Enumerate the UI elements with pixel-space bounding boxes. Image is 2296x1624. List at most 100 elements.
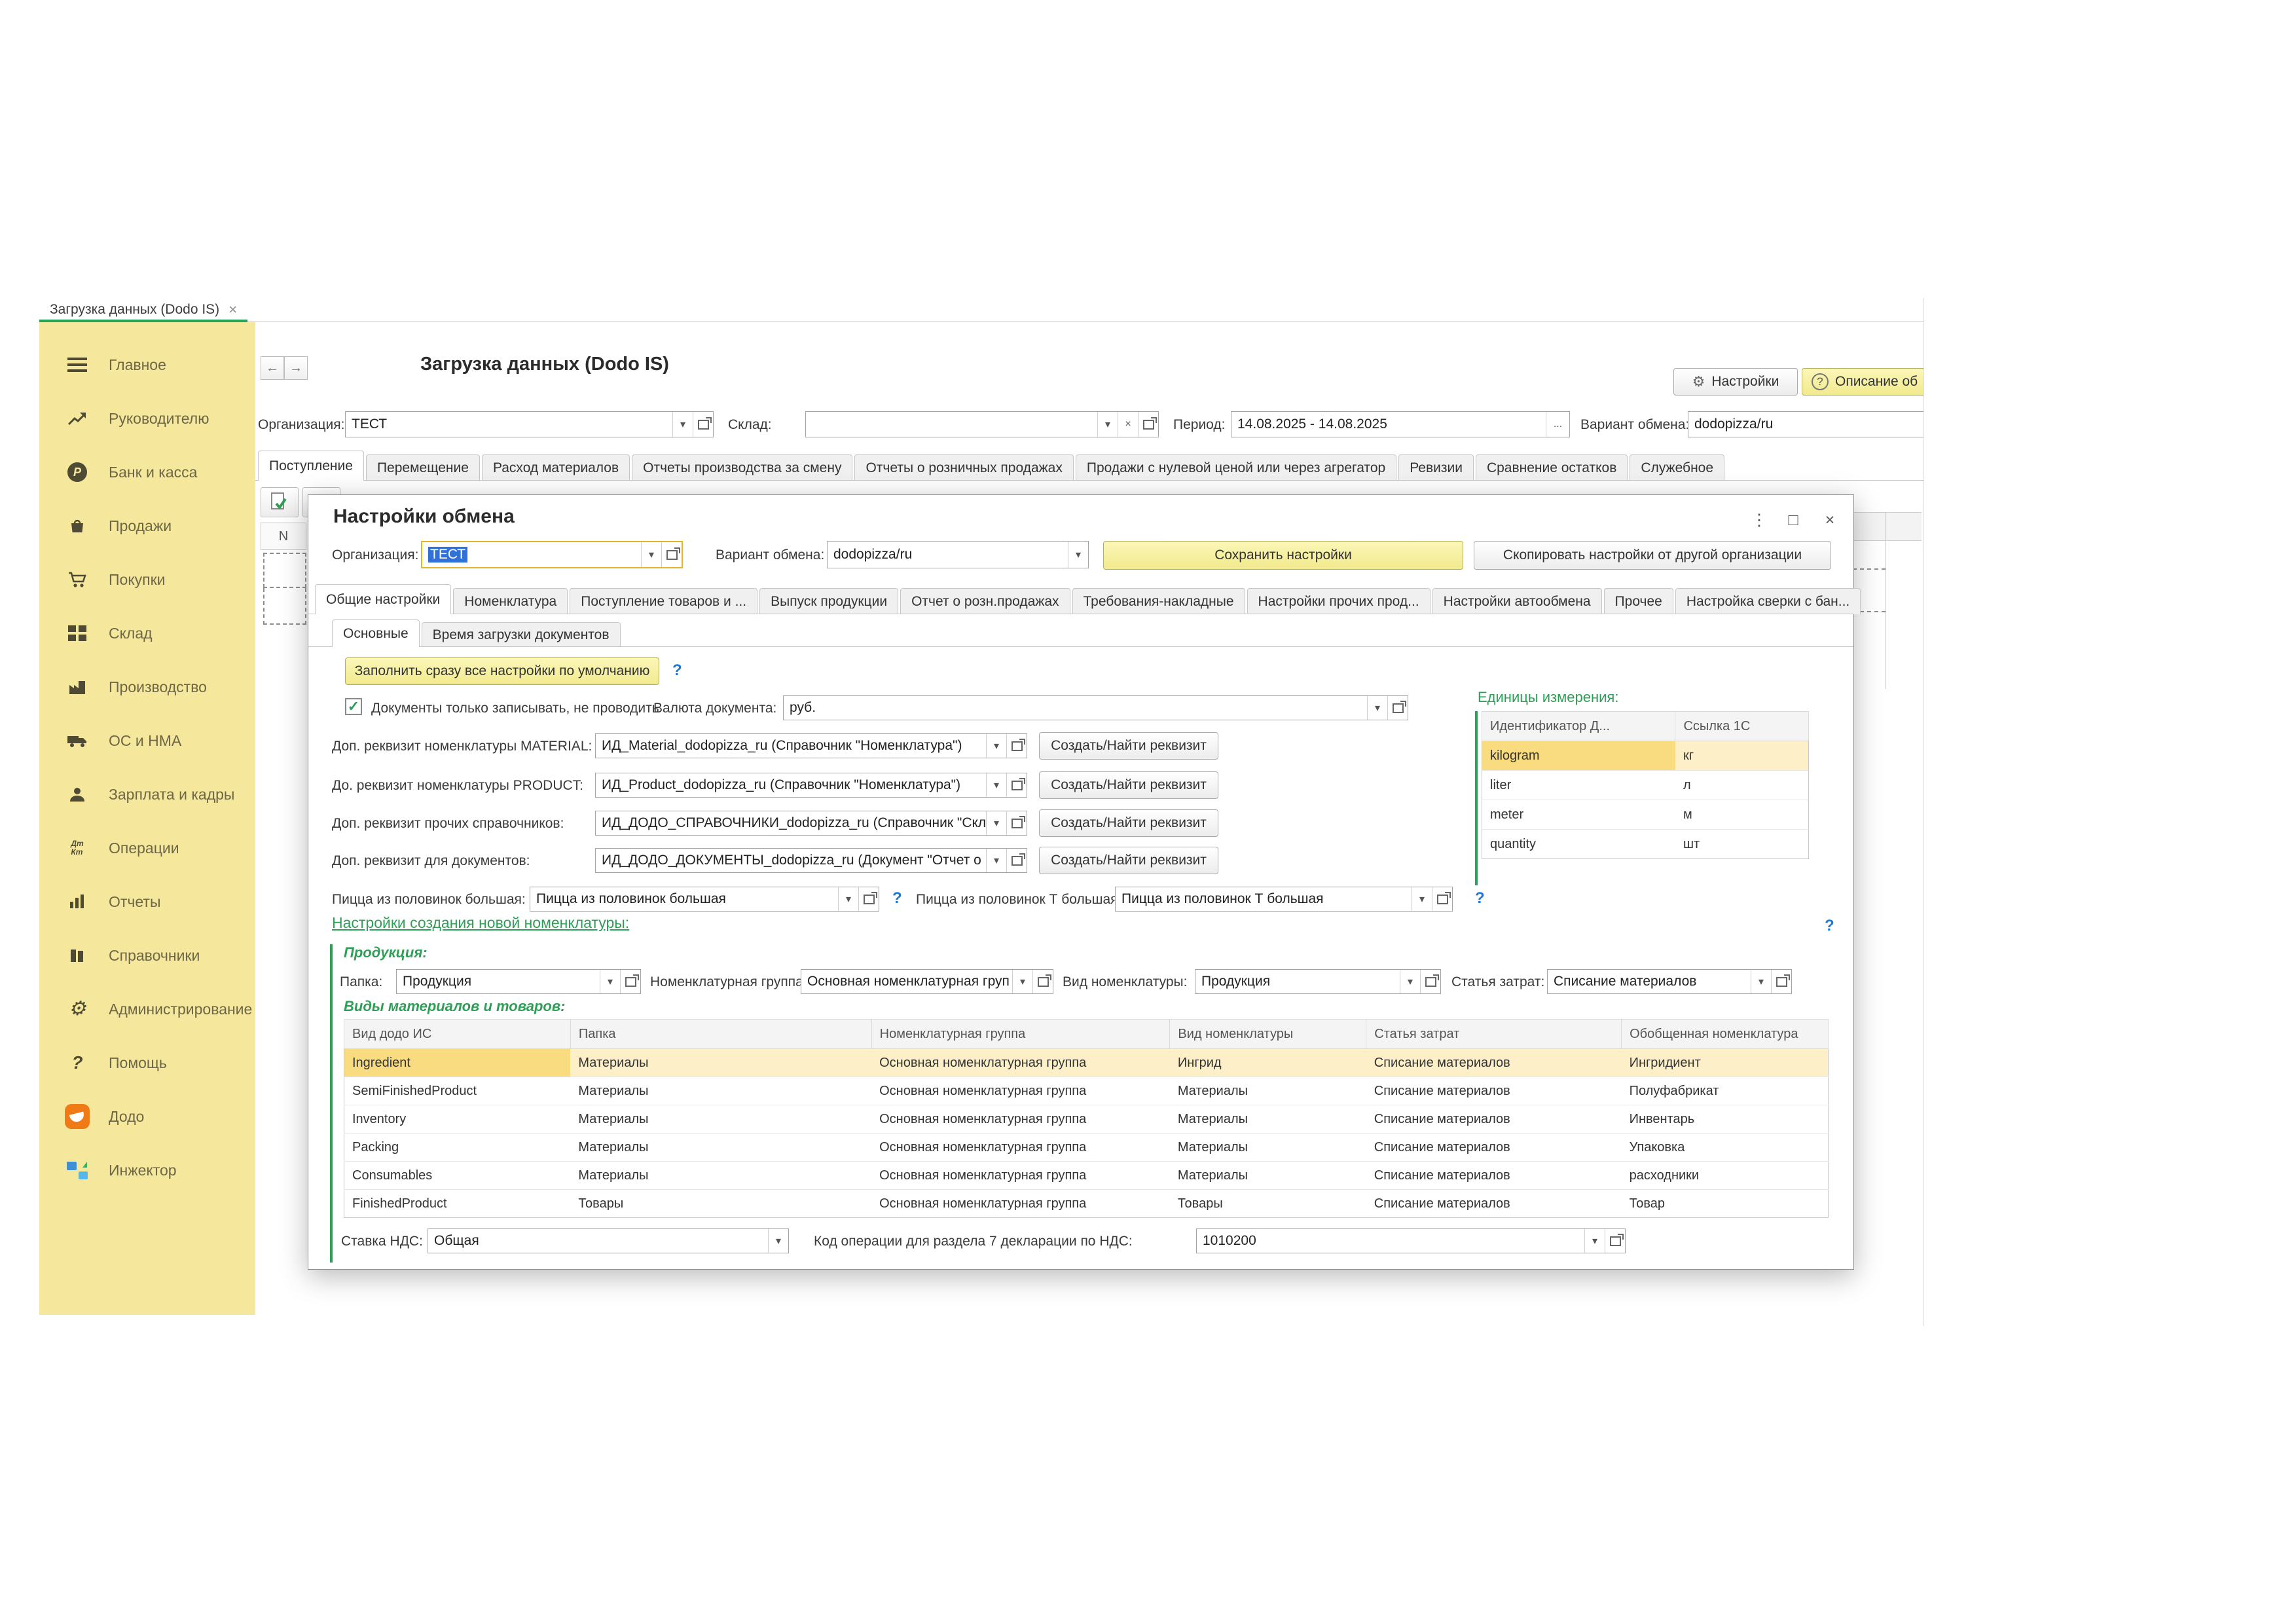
open-icon[interactable] [1138,412,1158,437]
dialog-org-field[interactable]: ТЕСТ ▾ [421,541,683,568]
tab-sverka-bank[interactable]: Настройка сверки с бан... [1675,588,1861,614]
tab-revizii[interactable]: Ревизии [1398,454,1474,481]
units-row[interactable]: meterм [1482,800,1809,830]
chevron-down-icon[interactable]: ▾ [1068,542,1088,568]
open-icon[interactable] [1032,970,1053,993]
tab-otchety-proizvodstva[interactable]: Отчеты производства за смену [632,454,852,481]
attr-product-field[interactable]: ИД_Product_dodopizza_ru (Справочник "Ном… [595,773,1027,798]
pizza-left-field[interactable]: Пицца из половинок большая ▾ [530,887,879,912]
subtab-osnovnye[interactable]: Основные [332,619,420,647]
org-field[interactable]: ТЕСТ ▾ [345,411,714,437]
open-icon[interactable] [858,887,879,911]
open-icon[interactable] [1006,811,1027,835]
units-row[interactable]: kilogramкг [1482,741,1809,771]
sidebar-item-manager[interactable]: Руководителю [39,392,255,445]
chevron-down-icon[interactable]: ▾ [1367,696,1387,720]
open-icon[interactable] [1006,734,1027,758]
settings-button[interactable]: ⚙Настройки [1673,368,1798,396]
dialog-exchange-field[interactable]: dodopizza/ru ▾ [827,541,1089,568]
window-tab[interactable]: Загрузка данных (Dodo IS) × [39,298,247,322]
nomenclature-group-field[interactable]: Основная номенклатурная груп ▾ [801,969,1053,994]
clear-icon[interactable]: × [1118,412,1138,437]
sidebar-item-injector[interactable]: Инжектор [39,1143,255,1197]
sidebar-item-bank-cash[interactable]: PБанк и касса [39,445,255,499]
open-icon[interactable] [1771,970,1791,993]
chevron-down-icon[interactable]: ▾ [672,412,693,437]
sidebar-item-salary-hr[interactable]: Зарплата и кадры [39,767,255,821]
tab-prodazhi-nulevoy[interactable]: Продажи с нулевой ценой или через агрега… [1076,454,1396,481]
chevron-down-icon[interactable]: ▾ [1400,970,1420,993]
tab-avtoobmen[interactable]: Настройки автообмена [1432,588,1602,614]
chevron-down-icon[interactable]: ▾ [600,970,620,993]
currency-field[interactable]: руб. ▾ [783,695,1408,720]
help-mark[interactable]: ? [672,661,682,680]
open-icon[interactable] [661,542,682,567]
tab-otchet-rozn[interactable]: Отчет о розн.продажах [900,588,1070,614]
tab-nastroyki-prochikh[interactable]: Настройки прочих прод... [1247,588,1430,614]
sidebar-item-os-nma[interactable]: ОС и НМА [39,714,255,767]
tab-prochee[interactable]: Прочее [1604,588,1673,614]
col-group[interactable]: Номенклатурная группа [871,1020,1170,1049]
create-find-attr-button[interactable]: Создать/Найти реквизит [1039,771,1218,799]
table-row[interactable]: ConsumablesМатериалыОсновная номенклатур… [344,1162,1829,1190]
col-folder[interactable]: Папка [570,1020,871,1049]
open-icon[interactable] [1432,887,1452,911]
period-field[interactable]: 14.08.2025 - 14.08.2025 ... [1231,411,1570,437]
chevron-down-icon[interactable]: ▾ [1012,970,1032,993]
chevron-down-icon[interactable]: ▾ [641,542,661,567]
kebab-menu-icon[interactable]: ⋮ [1746,508,1772,532]
nav-forward-button[interactable]: → [284,356,308,380]
maximize-icon[interactable]: □ [1780,508,1806,532]
pizza-right-field[interactable]: Пицца из половинок Т большая ▾ [1115,887,1453,912]
sidebar-item-dodo[interactable]: Додо [39,1090,255,1143]
chevron-down-icon[interactable]: ▾ [838,887,858,911]
sidebar-item-administration[interactable]: ⚙Администрирование [39,982,255,1036]
tab-nomenklatura[interactable]: Номенклатура [453,588,568,614]
sidebar-item-purchases[interactable]: Покупки [39,553,255,606]
help-mark[interactable]: ? [1825,917,1834,935]
sidebar-item-operations[interactable]: ДтКтОперации [39,821,255,875]
create-find-attr-button[interactable]: Создать/Найти реквизит [1039,809,1218,837]
opcode-field[interactable]: 1010200 ▾ [1196,1228,1626,1253]
open-icon[interactable] [1006,773,1027,797]
cost-item-field[interactable]: Списание материалов ▾ [1547,969,1792,994]
tab-postuplenie[interactable]: Поступление [258,451,364,481]
chevron-down-icon[interactable]: ▾ [768,1229,788,1253]
sidebar-item-main[interactable]: Главное [39,338,255,392]
chevron-down-icon[interactable]: ▾ [986,849,1006,872]
nav-back-button[interactable]: ← [261,356,284,380]
tab-postuplenie-tovarov[interactable]: Поступление товаров и ... [570,588,757,614]
chevron-down-icon[interactable]: ▾ [1584,1229,1605,1253]
copy-settings-button[interactable]: Скопировать настройки от другой организа… [1474,541,1831,570]
tab-obshchie-nastroyki[interactable]: Общие настройки [315,584,451,614]
table-row[interactable]: PackingМатериалыОсновная номенклатурная … [344,1134,1829,1162]
exchange-variant-field[interactable]: dodopizza/ru [1688,411,1923,437]
open-icon[interactable] [620,970,640,993]
table-row[interactable]: SemiFinishedProductМатериалыОсновная ном… [344,1077,1829,1105]
fill-defaults-button[interactable]: Заполнить сразу все настройки по умолчан… [345,657,659,685]
sidebar-item-warehouse[interactable]: Склад [39,606,255,660]
units-row[interactable]: quantityшт [1482,830,1809,859]
post-document-button[interactable] [261,487,299,517]
chevron-down-icon[interactable]: ▾ [1751,970,1771,993]
open-icon[interactable] [693,412,713,437]
tab-peremeshchenie[interactable]: Перемещение [366,454,480,481]
sidebar-item-references[interactable]: Справочники [39,929,255,982]
attr-documents-field[interactable]: ИД_ДОДО_ДОКУМЕНТЫ_dodopizza_ru (Документ… [595,848,1027,873]
open-icon[interactable] [1420,970,1440,993]
table-row[interactable]: FinishedProductТоварыОсновная номенклату… [344,1190,1829,1218]
attr-catalogs-field[interactable]: ИД_ДОДО_СПРАВОЧНИКИ_dodopizza_ru (Справо… [595,811,1027,836]
creation-settings-heading[interactable]: Настройки создания новой номенклатуры: [332,914,629,932]
sidebar-item-help[interactable]: ?Помощь [39,1036,255,1090]
tab-trebovaniya-nakladnye[interactable]: Требования-накладные [1072,588,1245,614]
units-col-identifier[interactable]: Идентификатор Д... [1482,712,1675,741]
tab-sluzhebnoe[interactable]: Служебное [1630,454,1724,481]
description-button[interactable]: ?Описание об [1802,368,1923,396]
chevron-down-icon[interactable]: ▾ [986,734,1006,758]
nomenclature-kind-field[interactable]: Продукция ▾ [1195,969,1441,994]
chevron-down-icon[interactable]: ▾ [986,773,1006,797]
help-mark[interactable]: ? [1475,889,1485,908]
save-settings-button[interactable]: Сохранить настройки [1103,541,1463,570]
vat-rate-field[interactable]: Общая ▾ [428,1228,789,1253]
units-col-link[interactable]: Ссылка 1С [1675,712,1809,741]
